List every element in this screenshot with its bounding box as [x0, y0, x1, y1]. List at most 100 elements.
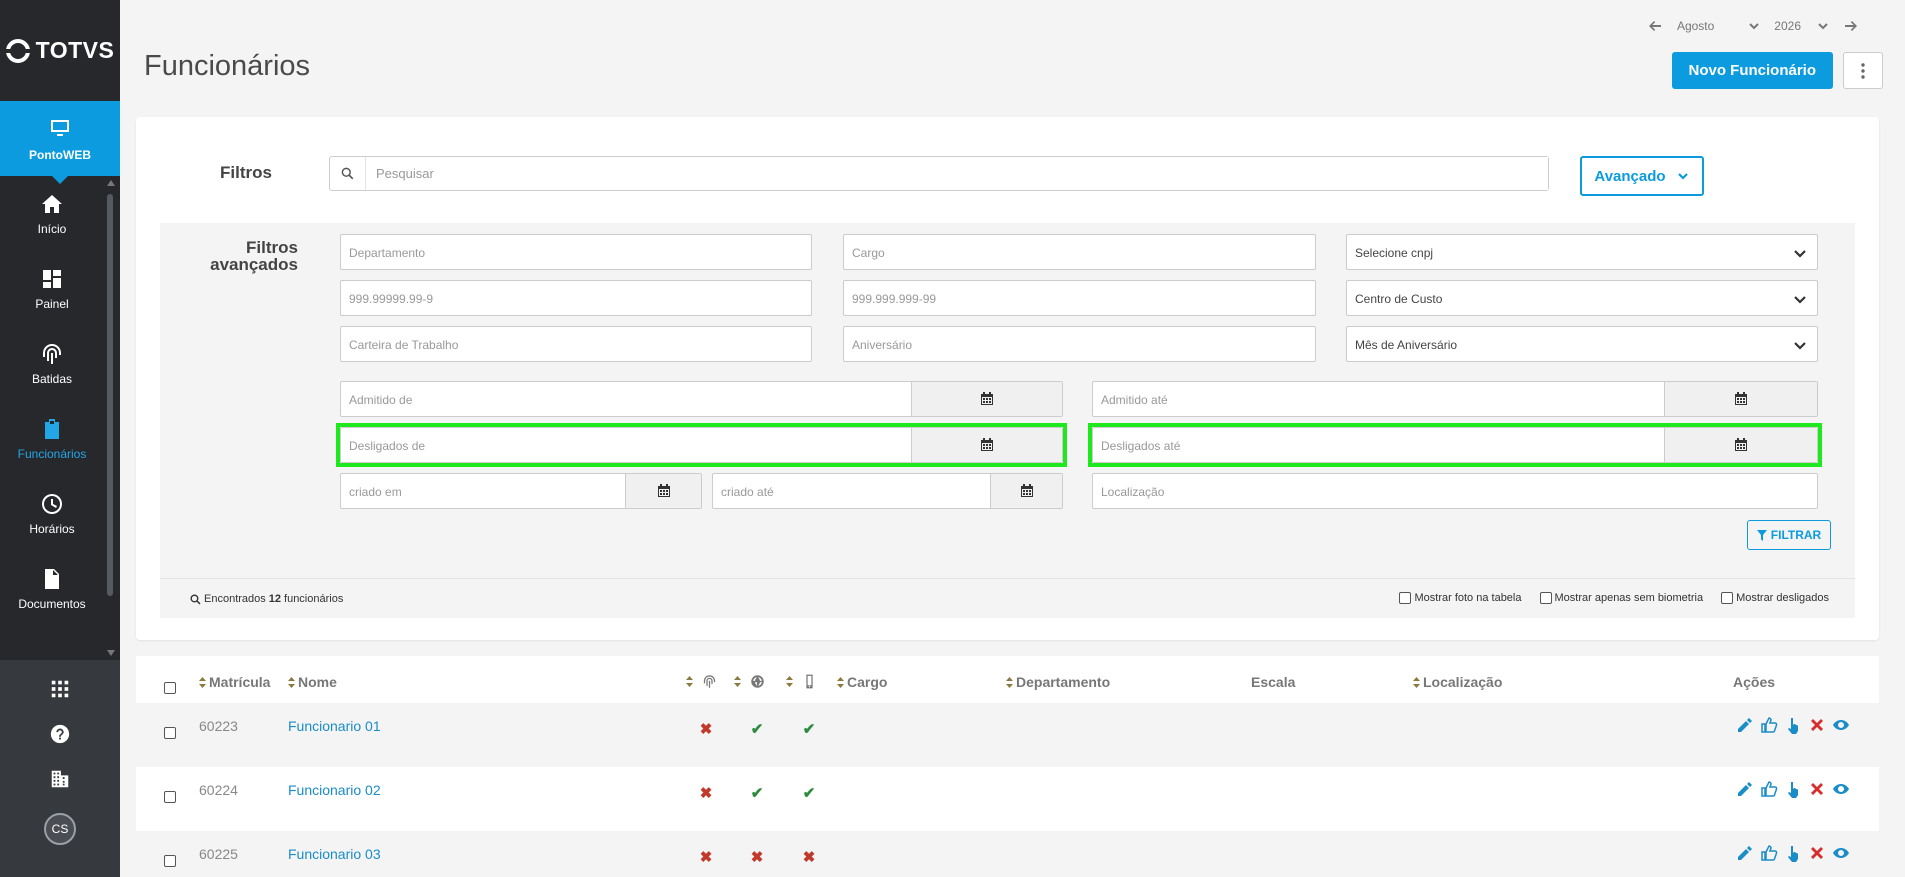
calendar-button[interactable] [1664, 428, 1817, 462]
row-checkbox[interactable] [164, 791, 176, 803]
edit-pencil-icon[interactable] [1736, 844, 1754, 862]
view-eye-icon[interactable] [1832, 716, 1850, 734]
carteira-trabalho-field[interactable]: Carteira de Trabalho [340, 326, 812, 362]
thumbs-up-icon[interactable] [1760, 780, 1778, 798]
cargo-field[interactable]: Cargo [843, 234, 1316, 270]
sidebar-item-documentos[interactable]: Documentos [0, 551, 104, 626]
col-nome[interactable]: Nome [288, 674, 337, 690]
col-matricula[interactable]: Matrícula [199, 674, 270, 690]
row-name-link[interactable]: Funcionario 01 [288, 718, 381, 734]
cnpj-select[interactable]: Selecione cnpj [1346, 234, 1818, 270]
departamento-field[interactable]: Departamento [340, 234, 812, 270]
aniversario-field[interactable]: Aniversário [843, 326, 1316, 362]
calendar-button[interactable] [990, 474, 1062, 508]
more-options-button[interactable] [1843, 52, 1883, 89]
desligados-de-field[interactable]: Desligados de [340, 427, 1063, 463]
col-cargo[interactable]: Cargo [837, 674, 887, 690]
sidebar-item-horarios[interactable]: Horários [0, 476, 104, 551]
table-row[interactable]: 60225 Funcionario 03 ✖ ✖ ✖ [136, 831, 1879, 877]
col-localizacao[interactable]: Localização [1413, 674, 1502, 690]
sidebar-item-painel[interactable]: Painel [0, 251, 104, 326]
pis-field[interactable]: 999.99999.99-9 [340, 280, 812, 316]
thumbs-up-icon[interactable] [1760, 716, 1778, 734]
table-row[interactable]: 60224 Funcionario 02 ✖ ✔ ✔ [136, 767, 1879, 831]
select-all-checkbox[interactable] [164, 682, 176, 694]
advanced-filter-button[interactable]: Avançado [1580, 156, 1704, 196]
col-departamento[interactable]: Departamento [1006, 674, 1110, 690]
scroll-up-arrow-icon[interactable] [107, 180, 115, 186]
arrow-left-icon[interactable] [1647, 18, 1663, 34]
checkbox[interactable] [1539, 592, 1552, 604]
calendar-button[interactable] [911, 382, 1062, 416]
building-icon[interactable] [49, 768, 71, 790]
filter-button[interactable]: FILTRAR [1747, 520, 1831, 550]
col-web[interactable] [734, 674, 765, 689]
hand-pointer-icon[interactable] [1784, 780, 1802, 798]
search-icon [190, 593, 201, 605]
col-mobile[interactable] [786, 674, 817, 689]
desligados-ate-field[interactable]: Desligados até [1092, 427, 1818, 463]
new-employee-button[interactable]: Novo Funcionário [1671, 52, 1833, 89]
year-select[interactable]: 2026 [1774, 19, 1829, 33]
chevron-down-icon [1794, 250, 1806, 258]
mes-aniversario-select[interactable]: Mês de Aniversário [1346, 326, 1818, 362]
checkbox-label: Mostrar desligados [1736, 592, 1829, 604]
search-box [329, 156, 1549, 191]
row-checkbox[interactable] [164, 727, 176, 739]
only-without-biometrics-checkbox[interactable]: Mostrar apenas sem biometria [1539, 592, 1703, 604]
advanced-filters-title: Filtros avançados [210, 238, 298, 274]
admitido-ate-field[interactable]: Admitido até [1092, 381, 1818, 417]
sidebar: TOTVS PontoWEB Início Painel Batidas Fun… [0, 0, 120, 877]
delete-icon[interactable] [1808, 716, 1826, 734]
apps-grid-icon[interactable] [49, 678, 71, 700]
sidebar-item-inicio[interactable]: Início [0, 176, 104, 251]
chevron-down-icon [1749, 23, 1760, 30]
month-select[interactable]: Agosto [1677, 19, 1760, 33]
table-row[interactable]: 60223 Funcionario 01 ✖ ✔ ✔ [136, 703, 1879, 767]
calendar-button[interactable] [911, 428, 1062, 462]
criado-em-field[interactable]: criado em [340, 473, 702, 509]
hand-pointer-icon[interactable] [1784, 844, 1802, 862]
totvs-logo[interactable]: TOTVS [0, 0, 120, 101]
avatar[interactable]: CS [44, 813, 76, 845]
col-biometria[interactable] [686, 674, 717, 689]
thumbs-up-icon[interactable] [1760, 844, 1778, 862]
admitido-de-field[interactable]: Admitido de [340, 381, 1063, 417]
row-name-link[interactable]: Funcionario 02 [288, 782, 381, 798]
app-tile-pontoweb[interactable]: PontoWEB [0, 101, 120, 184]
mobile-phone-icon [806, 674, 813, 689]
scroll-thumb[interactable] [107, 194, 113, 596]
calendar-button[interactable] [625, 474, 701, 508]
sidebar-item-batidas[interactable]: Batidas [0, 326, 104, 401]
sidebar-nav: Início Painel Batidas Funcionários Horár… [0, 176, 104, 660]
localizacao-field[interactable]: Localização [1092, 473, 1818, 509]
row-name-link[interactable]: Funcionario 03 [288, 846, 381, 862]
row-checkbox[interactable] [164, 855, 176, 867]
search-input[interactable] [366, 157, 1548, 190]
cpf-field[interactable]: 999.999.999-99 [843, 280, 1316, 316]
checkbox[interactable] [1721, 592, 1734, 604]
criado-ate-field[interactable]: criado até [712, 473, 1063, 509]
hand-pointer-icon[interactable] [1784, 716, 1802, 734]
centro-custo-select[interactable]: Centro de Custo [1346, 280, 1818, 316]
calendar-button[interactable] [1664, 382, 1817, 416]
show-dismissed-checkbox[interactable]: Mostrar desligados [1721, 592, 1829, 604]
delete-icon[interactable] [1808, 844, 1826, 862]
scroll-down-arrow-icon[interactable] [107, 650, 115, 656]
help-icon[interactable] [49, 723, 71, 745]
cargo-placeholder: Cargo [852, 246, 885, 260]
search-icon [330, 157, 366, 190]
month-value: Agosto [1676, 19, 1715, 33]
status-check-icon: ✔ [750, 785, 764, 802]
sidebar-scrollbar[interactable] [104, 176, 116, 660]
edit-pencil-icon[interactable] [1736, 716, 1754, 734]
show-photo-checkbox[interactable]: Mostrar foto na tabela [1399, 592, 1522, 604]
view-eye-icon[interactable] [1832, 844, 1850, 862]
arrow-right-icon[interactable] [1843, 18, 1859, 34]
sidebar-item-funcionarios[interactable]: Funcionários [0, 401, 104, 476]
checkbox[interactable] [1399, 592, 1412, 604]
admitido-de-placeholder: Admitido de [349, 393, 413, 407]
delete-icon[interactable] [1808, 780, 1826, 798]
edit-pencil-icon[interactable] [1736, 780, 1754, 798]
view-eye-icon[interactable] [1832, 780, 1850, 798]
